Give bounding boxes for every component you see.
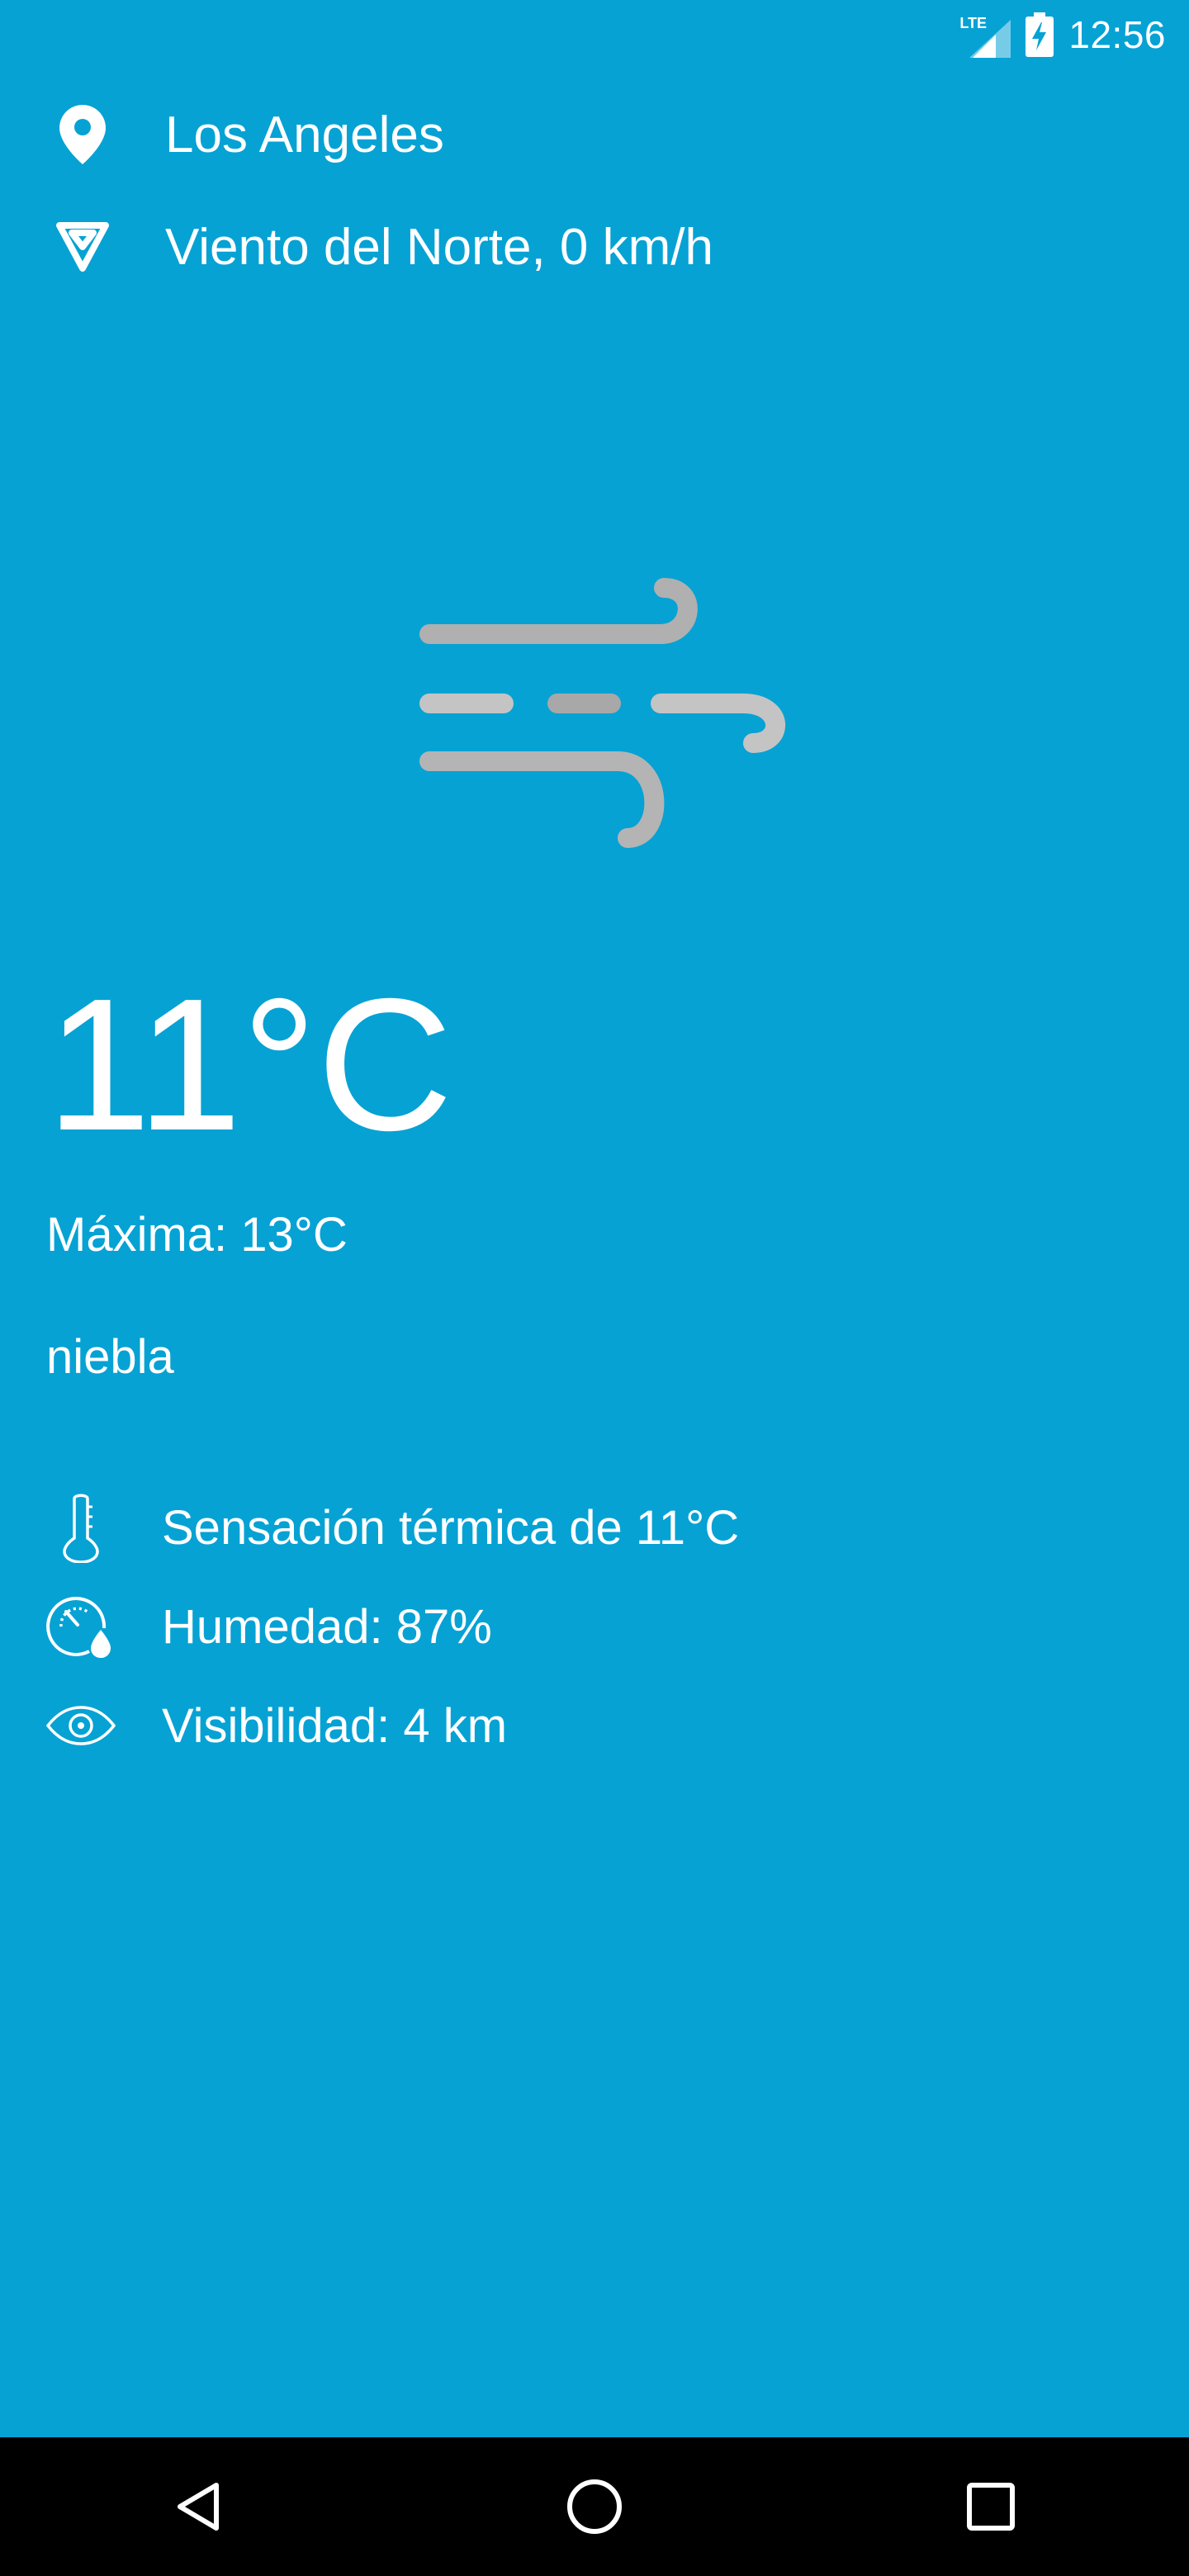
eye-icon (0, 1706, 162, 1745)
battery-charging-icon (1026, 12, 1054, 57)
recents-icon (967, 2483, 1015, 2531)
wind-row: Viento del Norte, 0 km/h (0, 210, 713, 284)
home-button[interactable] (545, 2457, 644, 2556)
back-button[interactable] (149, 2457, 248, 2556)
humidity-row: Humedad: 87% (0, 1585, 492, 1668)
location-pin-icon (0, 105, 165, 164)
thermometer-icon (0, 1492, 162, 1563)
status-icons: LTE 12:56 (959, 8, 1166, 61)
status-time: 12:56 (1068, 13, 1166, 56)
navigation-bar (0, 2437, 1189, 2576)
wind-direction-icon (0, 222, 165, 272)
lte-signal-icon: LTE (959, 12, 1011, 58)
wind-text: Viento del Norte, 0 km/h (165, 218, 713, 276)
city-name: Los Angeles (165, 106, 444, 163)
max-temperature: Máxima: 13°C (46, 1208, 348, 1262)
feels-like-text: Sensación térmica de 11°C (162, 1500, 740, 1555)
visibility-row: Visibilidad: 4 km (0, 1684, 507, 1767)
humidity-gauge-icon (0, 1593, 162, 1660)
feels-like-row: Sensación térmica de 11°C (0, 1486, 739, 1569)
status-bar: LTE 12:56 (0, 0, 1189, 69)
location-row[interactable]: Los Angeles (0, 97, 444, 172)
recents-button[interactable] (941, 2457, 1040, 2556)
back-icon (178, 2483, 219, 2531)
visibility-text: Visibilidad: 4 km (162, 1698, 508, 1753)
home-icon (567, 2479, 622, 2534)
weather-condition: niebla (46, 1330, 174, 1384)
wind-fog-icon (419, 578, 785, 848)
humidity-text: Humedad: 87% (162, 1599, 492, 1654)
current-temperature: 11°C (46, 960, 453, 1170)
